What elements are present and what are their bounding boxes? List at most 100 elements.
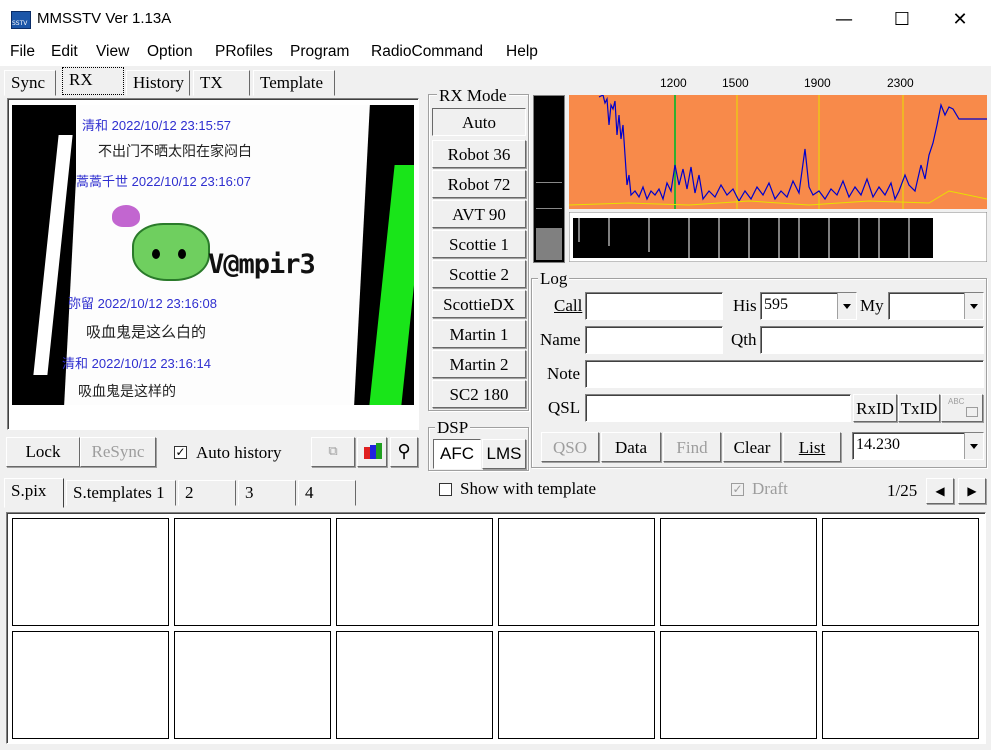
prev-page-button[interactable]: ◀ — [926, 478, 954, 504]
resync-button[interactable]: ReSync — [80, 437, 156, 467]
call-input[interactable] — [585, 292, 723, 320]
chat-message: 吸血鬼是这么白的 — [86, 324, 207, 341]
frequency-combo[interactable]: 14.230 — [852, 432, 984, 460]
thumbnail-slot[interactable] — [336, 518, 493, 626]
mode-martin2-button[interactable]: Martin 2 — [432, 350, 526, 378]
thumbnail-slot[interactable] — [174, 631, 331, 739]
tab-history[interactable]: History — [126, 70, 190, 96]
bar-green — [376, 443, 382, 459]
menu-file[interactable]: File — [10, 43, 35, 61]
data-button[interactable]: Data — [601, 432, 661, 462]
qth-input[interactable] — [760, 326, 984, 354]
note-input[interactable] — [585, 360, 984, 388]
abc-button[interactable]: ABC — [941, 394, 983, 422]
thumbnail-slot[interactable] — [660, 518, 817, 626]
menu-option[interactable]: Option — [147, 43, 193, 61]
thumbnail-slot[interactable] — [12, 518, 169, 626]
dsp-title: DSP — [435, 418, 471, 438]
his-label: His — [733, 296, 757, 315]
tab-s-pix[interactable]: S.pix — [4, 478, 64, 508]
afc-button[interactable]: AFC — [433, 439, 481, 469]
clear-button[interactable]: Clear — [723, 432, 781, 462]
maximize-button[interactable]: ☐ — [873, 0, 931, 40]
note-label: Note — [547, 364, 581, 383]
chevron-down-icon[interactable] — [837, 293, 856, 319]
chat-time: 2022/10/12 23:15:57 — [111, 118, 231, 133]
thumbnail-slot[interactable] — [822, 631, 979, 739]
tab-s-templates-3[interactable]: 3 — [238, 480, 296, 506]
list-button[interactable]: List — [783, 432, 841, 462]
freq-label: 1500 — [722, 76, 749, 90]
spectrum-bg — [569, 95, 987, 209]
chat-time: 2022/10/12 23:16:08 — [97, 296, 217, 311]
my-combo[interactable] — [888, 292, 984, 320]
lms-button[interactable]: LMS — [482, 439, 526, 469]
thumbnail-slot[interactable] — [822, 518, 979, 626]
chevron-down-icon[interactable] — [964, 293, 983, 319]
mode-scottie2-button[interactable]: Scottie 2 — [432, 260, 526, 288]
rx-mode-title: RX Mode — [437, 86, 509, 106]
close-button[interactable]: ✕ — [931, 0, 989, 40]
tab-s-templates-4[interactable]: 4 — [298, 480, 356, 506]
chevron-down-icon[interactable] — [964, 433, 983, 459]
tab-template[interactable]: Template — [253, 70, 335, 96]
chat-line-4-header: 清和 2022/10/12 23:16:14 — [62, 353, 211, 372]
show-with-template-checkbox[interactable] — [439, 483, 452, 496]
draft-label: Draft — [752, 479, 788, 498]
meter-level — [536, 228, 562, 260]
tab-tx[interactable]: TX — [193, 70, 250, 96]
menu-profiles[interactable]: PRofiles — [215, 43, 273, 61]
menu-view[interactable]: View — [96, 43, 129, 61]
tab-rx[interactable]: RX — [62, 67, 124, 95]
tab-s-templates-2[interactable]: 2 — [178, 480, 236, 506]
lock-button[interactable]: Lock — [6, 437, 80, 467]
qsl-input[interactable] — [585, 394, 851, 422]
thumbnail-slot[interactable] — [660, 631, 817, 739]
mode-martin1-button[interactable]: Martin 1 — [432, 320, 526, 348]
mode-auto-button[interactable]: Auto — [432, 108, 526, 136]
thumbnail-grid — [6, 512, 986, 744]
find-button[interactable]: Find — [663, 432, 721, 462]
auto-history-label: Auto history — [196, 443, 282, 462]
chat-name: 清和 — [62, 356, 89, 371]
qso-button[interactable]: QSO — [541, 432, 599, 462]
thumbnail-slot[interactable] — [336, 631, 493, 739]
thumbnail-slot[interactable] — [498, 518, 655, 626]
mode-scottiedx-button[interactable]: ScottieDX — [432, 290, 526, 318]
thumbnail-slot[interactable] — [174, 518, 331, 626]
tab-s-templates-1[interactable]: S.templates 1 — [66, 480, 176, 506]
freq-label: 1900 — [804, 76, 831, 90]
mode-robot72-button[interactable]: Robot 72 — [432, 170, 526, 198]
thumbnail-slot[interactable] — [12, 631, 169, 739]
txid-button[interactable]: TxID — [898, 394, 940, 422]
menu-help[interactable]: Help — [506, 43, 538, 61]
spectrum-display — [569, 95, 987, 209]
rx-image: 清和 2022/10/12 23:15:57 不出门不晒太阳在家闷白 蒿蒿千世 … — [12, 105, 414, 405]
rxid-button[interactable]: RxID — [853, 394, 897, 422]
chat-name: 蒿蒿千世 — [76, 174, 129, 189]
chat-line-2-header: 蒿蒿千世 2022/10/12 23:16:07 — [76, 171, 251, 190]
chat-line-1-header: 清和 2022/10/12 23:15:57 — [82, 115, 231, 134]
menu-edit[interactable]: Edit — [51, 43, 78, 61]
color-bars-icon[interactable] — [357, 437, 387, 467]
menu-radiocommand[interactable]: RadioCommand — [371, 43, 483, 61]
draft-checkbox[interactable]: ✓ — [731, 483, 744, 496]
name-input[interactable] — [585, 326, 723, 354]
minimize-button[interactable]: — — [815, 0, 873, 40]
mode-scottie1-button[interactable]: Scottie 1 — [432, 230, 526, 258]
chat-time: 2022/10/12 23:16:07 — [131, 174, 251, 189]
my-label: My — [860, 296, 884, 315]
copy-image-icon[interactable]: ⧉ — [311, 437, 355, 467]
title-bar: MMSSTV Ver 1.13A — ☐ ✕ — [0, 0, 991, 40]
next-page-button[interactable]: ▶ — [958, 478, 986, 504]
heart-icon — [112, 205, 140, 227]
mode-robot36-button[interactable]: Robot 36 — [432, 140, 526, 168]
thumbnail-slot[interactable] — [498, 631, 655, 739]
mode-sc2180-button[interactable]: SC2 180 — [432, 380, 526, 408]
tab-sync[interactable]: Sync — [4, 70, 56, 96]
auto-history-checkbox[interactable]: ✓ — [174, 446, 187, 459]
mode-avt90-button[interactable]: AVT 90 — [432, 200, 526, 228]
menu-program[interactable]: Program — [290, 43, 349, 61]
magnifier-icon[interactable]: ⚲ — [390, 437, 418, 467]
his-combo[interactable]: 595 — [760, 292, 857, 320]
